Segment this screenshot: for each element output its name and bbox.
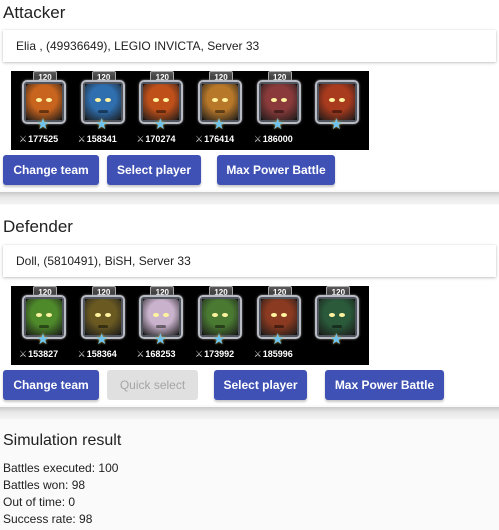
hero-power-value: 168253 <box>145 349 176 359</box>
crossed-swords-icon: ⚔ <box>136 134 145 144</box>
hero-power-value: 176414 <box>204 134 235 144</box>
defender-select-player-button[interactable]: Select player <box>214 370 307 400</box>
hero-power-value: 158364 <box>86 349 117 359</box>
hero-power: ⚔186000 <box>254 134 310 145</box>
hero-power: ⚔173992 <box>195 349 251 360</box>
attacker-max-power-button[interactable]: Max Power Battle <box>217 155 335 185</box>
hero-slot[interactable]: 120 ★ ⚔158341 <box>76 71 135 150</box>
hero-power-value: 173992 <box>204 349 235 359</box>
hero-power-value: 177525 <box>28 134 59 144</box>
hero-star-icon: ★ <box>212 331 226 348</box>
crossed-swords-icon: ⚔ <box>195 134 204 144</box>
hero-power: ⚔168253 <box>136 349 192 360</box>
hero-portrait-icon <box>143 299 180 335</box>
hero-slot[interactable]: 120 ★ ⚔173992 <box>193 286 252 365</box>
hero-portrait-icon <box>84 84 121 120</box>
result-section: Simulation result Battles executed: 100 … <box>0 420 499 530</box>
hero-power: ⚔153827 <box>19 349 75 360</box>
hero-star-icon: ★ <box>270 116 285 133</box>
hero-power: ⚔170274 <box>136 134 192 145</box>
attacker-player-field[interactable]: Elia , (49936649), LEGIO INVICTA, Server… <box>3 30 496 62</box>
out-of-time-text: Out of time: 0 <box>3 495 76 509</box>
hero-portrait-icon <box>26 84 62 120</box>
hero-portrait-icon <box>202 299 239 335</box>
hero-portrait-icon <box>202 84 239 120</box>
hero-portrait-icon <box>143 84 180 120</box>
hero-star-icon: ★ <box>153 116 168 133</box>
section-divider <box>0 407 499 419</box>
section-divider <box>0 192 499 204</box>
hero-power: ⚔176414 <box>195 134 251 145</box>
crossed-swords-icon: ⚔ <box>253 134 262 144</box>
hero-slot[interactable]: 120 ★ ⚔170274 <box>134 71 193 150</box>
crossed-swords-icon: ⚔ <box>19 349 28 359</box>
hero-slot[interactable]: 120 ★ ⚔177525 <box>17 71 76 150</box>
hero-slot[interactable]: 120 ★ ⚔168253 <box>134 286 193 365</box>
success-rate-text: Success rate: 98 <box>3 512 93 526</box>
battles-won-text: Battles won: 98 <box>3 478 86 492</box>
hero-slot[interactable]: ★ <box>310 71 369 150</box>
attacker-team-strip[interactable]: 120 ★ ⚔177525 120 ★ ⚔158341 120 ★ ⚔170274 120 ★ ⚔17… <box>11 71 369 150</box>
hero-portrait-icon <box>260 84 297 120</box>
defender-max-power-button[interactable]: Max Power Battle <box>325 370 444 400</box>
hero-portrait-icon <box>319 299 356 335</box>
hero-slot[interactable]: 120 ★ ⚔153827 <box>17 286 76 365</box>
hero-portrait-icon <box>26 299 62 335</box>
hero-power-value: 185996 <box>262 349 293 359</box>
hero-star-icon: ★ <box>270 331 285 348</box>
crossed-swords-icon: ⚔ <box>195 349 204 359</box>
hero-slot[interactable]: 120 ★ ⚔158364 <box>76 286 135 365</box>
battles-executed-text: Battles executed: 100 <box>3 461 119 475</box>
hero-star-icon: ★ <box>36 116 50 133</box>
crossed-swords-icon: ⚔ <box>77 134 86 144</box>
hero-power-value: 158341 <box>86 134 117 144</box>
hero-portrait-icon <box>260 299 297 335</box>
attacker-select-player-button[interactable]: Select player <box>107 155 201 185</box>
hero-star-icon: ★ <box>329 116 344 133</box>
attacker-section: Attacker Elia , (49936649), LEGIO INVICT… <box>0 0 499 190</box>
hero-power-value: 153827 <box>28 349 59 359</box>
hero-power: ⚔158341 <box>78 134 134 145</box>
defender-title: Defender <box>3 217 73 236</box>
defender-player-field[interactable]: Doll, (5810491), BiSH, Server 33 <box>3 245 496 277</box>
hero-power: ⚔158364 <box>78 349 134 360</box>
hero-power: ⚔185996 <box>254 349 310 360</box>
crossed-swords-icon: ⚔ <box>19 134 28 144</box>
defender-change-team-button[interactable]: Change team <box>3 370 99 400</box>
hero-star-icon: ★ <box>94 331 109 348</box>
quick-select-button[interactable]: Quick select <box>107 370 198 400</box>
crossed-swords-icon: ⚔ <box>253 349 262 359</box>
defender-section: Defender Doll, (5810491), BiSH, Server 3… <box>0 205 499 405</box>
hero-slot[interactable]: 120 ★ ⚔186000 <box>252 71 311 150</box>
hero-slot[interactable]: 120 ★ ⚔185996 <box>252 286 311 365</box>
hero-star-icon: ★ <box>153 331 168 348</box>
hero-star-icon: ★ <box>94 116 109 133</box>
crossed-swords-icon: ⚔ <box>77 349 86 359</box>
hero-slot[interactable]: 120 ★ <box>310 286 369 365</box>
attacker-title: Attacker <box>3 3 66 22</box>
hero-star-icon: ★ <box>329 331 344 348</box>
hero-portrait-icon <box>84 299 121 335</box>
defender-team-strip[interactable]: 120 ★ ⚔153827 120 ★ ⚔158364 120 ★ ⚔168253 120 ★ ⚔17… <box>11 286 369 365</box>
result-title: Simulation result <box>3 432 122 449</box>
crossed-swords-icon: ⚔ <box>136 349 145 359</box>
hero-power-value: 170274 <box>145 134 176 144</box>
hero-star-icon: ★ <box>36 331 50 348</box>
hero-slot[interactable]: 120 ★ ⚔176414 <box>193 71 252 150</box>
hero-star-icon: ★ <box>212 116 226 133</box>
hero-portrait-icon <box>319 84 356 120</box>
attacker-change-team-button[interactable]: Change team <box>3 155 99 185</box>
hero-power: ⚔177525 <box>19 134 75 145</box>
hero-power-value: 186000 <box>262 134 293 144</box>
